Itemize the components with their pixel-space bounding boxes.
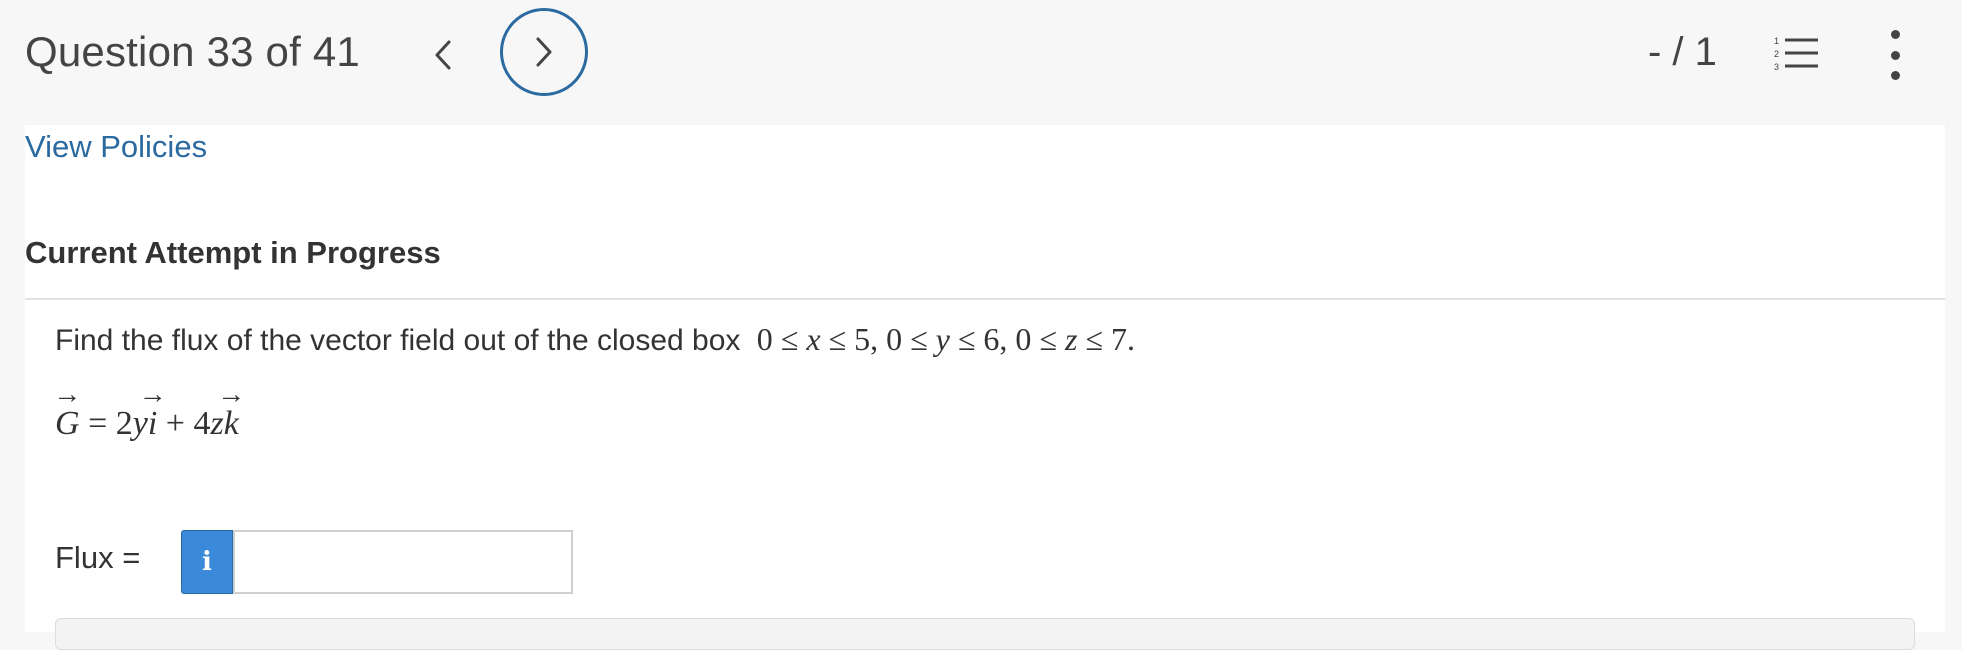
flux-label: Flux =: [55, 540, 141, 575]
flux-answer-input[interactable]: [233, 530, 573, 594]
numbered-list-icon: 1 2 3: [1774, 36, 1818, 72]
svg-text:1: 1: [1774, 36, 1779, 46]
box-bounds: 0 ≤ x ≤ 5, 0 ≤ y ≤ 6, 0 ≤ z ≤ 7.: [748, 321, 1135, 357]
question-prompt: Find the flux of the vector field out of…: [55, 321, 1135, 358]
question-panel: View Policies Current Attempt in Progres…: [25, 125, 1945, 650]
question-header: Question 33 of 41 - / 1 1 2 3: [0, 0, 1962, 125]
info-button[interactable]: i: [181, 530, 233, 594]
divider: [25, 298, 1945, 300]
svg-text:2: 2: [1774, 49, 1779, 59]
more-options-button[interactable]: [1880, 30, 1910, 80]
attempt-heading: Current Attempt in Progress: [25, 235, 441, 270]
view-policies-link[interactable]: View Policies: [25, 129, 207, 165]
question-list-button[interactable]: 1 2 3: [1772, 34, 1822, 74]
question-text: Find the flux of the vector field out of…: [55, 324, 741, 357]
question-counter: Question 33 of 41: [25, 28, 360, 75]
chevron-right-icon: [536, 37, 552, 67]
next-content-box: [55, 618, 1915, 650]
chevron-left-icon: [435, 40, 451, 70]
vector-field-formula: G = 2yi + 4zk: [55, 405, 239, 443]
next-question-button[interactable]: [500, 8, 588, 96]
more-vertical-icon: [1890, 30, 1900, 39]
svg-text:3: 3: [1774, 62, 1779, 72]
question-score: - / 1: [1648, 30, 1717, 74]
previous-question-button[interactable]: [423, 30, 463, 80]
